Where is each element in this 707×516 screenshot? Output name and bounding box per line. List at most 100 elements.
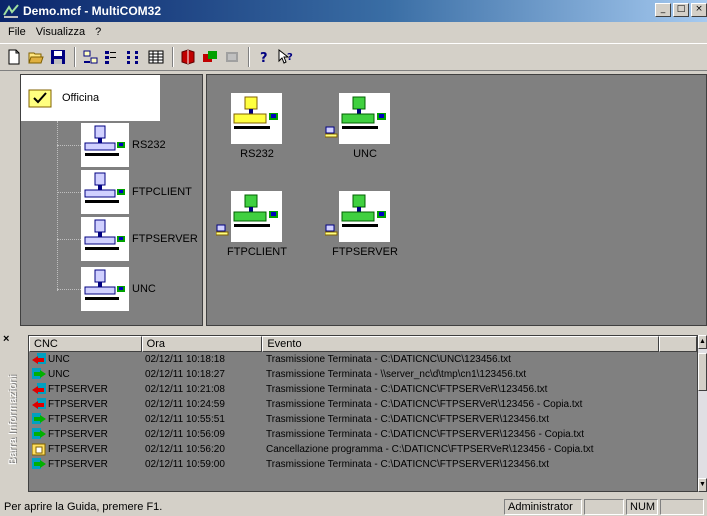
tree-node-label: RS232 [132,139,166,151]
status-empty [660,499,704,515]
status-empty [584,499,624,515]
tree-line [57,289,81,290]
machine-label: FTPSERVER [332,246,398,258]
tree-node-unc[interactable]: UNC [81,267,156,311]
toolbar: ? ? [0,43,707,71]
column-header-ora[interactable]: Ora [141,336,263,352]
cell-cnc: FTPSERVER [29,383,142,396]
send-icon [32,428,46,441]
machine-view[interactable]: RS232 UNC FTPCLIENT FTPSERVER [206,74,707,326]
help-icon[interactable]: ? [254,47,274,67]
event-row[interactable]: FTPSERVER 02/12/11 10:56:09 Trasmissione T… [29,427,697,442]
cnc-machine-icon [81,267,129,311]
menu-help[interactable]: ? [90,26,106,38]
save-icon[interactable] [48,47,68,67]
cnc-name: UNC [48,369,70,380]
cnc-name: UNC [48,354,70,365]
event-row[interactable]: FTPSERVER 02/12/11 10:21:08 Trasmissione T… [29,382,697,397]
tree-node-rs232[interactable]: RS232 [81,123,166,167]
cnc-name: FTPSERVER [48,384,108,395]
cnc-machine-green-icon [339,93,390,144]
book-icon[interactable] [178,47,198,67]
cell-evento: Trasmissione Terminata - C:\DATICNC\FTPS… [266,399,583,410]
tree-line [57,145,81,146]
menu-bar: File Visualizza ? [0,22,707,42]
scroll-up-button[interactable]: ▲ [698,335,707,349]
menu-file[interactable]: File [3,26,31,38]
tree-panel[interactable]: Officina RS232 FTPCLIENT FTPSERVER UNC [20,74,203,326]
cell-ora: 02/12/11 10:18:18 [145,354,225,365]
receive-icon [32,383,46,396]
svg-text:?: ? [260,51,268,65]
machine-label: FTPCLIENT [227,246,287,258]
cnc-name: FTPSERVER [48,399,108,410]
cell-evento: Trasmissione Terminata - C:\DATICNC\FTPS… [266,459,550,470]
menu-visualizza[interactable]: Visualizza [31,26,90,38]
info-sidebar-label: Barra Informazioni [7,375,19,465]
cnc-machine-green-icon [231,191,282,242]
cell-ora: 02/12/11 10:56:20 [145,444,225,455]
tree-line [57,192,81,193]
column-header-filler [659,336,697,352]
scroll-down-button[interactable]: ▼ [698,478,707,492]
cell-evento: Cancellazione programma - C:\DATICNC\FTP… [266,444,594,455]
info-sidebar: Barra Informazioni [5,350,21,490]
cnc-name: FTPSERVER [48,459,108,470]
cell-cnc: FTPSERVER [29,413,142,426]
event-row[interactable]: UNC 02/12/11 10:18:27 Trasmissione Termina… [29,367,697,382]
event-row[interactable]: FTPSERVER 02/12/11 10:55:51 Trasmissione T… [29,412,697,427]
event-row[interactable]: FTPSERVER 02/12/11 10:24:59 Trasmissione T… [29,397,697,412]
large-icons-icon[interactable] [80,47,100,67]
delete-icon [32,443,46,456]
cell-evento: Trasmissione Terminata - C:\DATICNC\FTPS… [266,429,585,440]
cell-evento: Trasmissione Terminata - C:\DATICNC\FTPS… [266,384,548,395]
cell-ora: 02/12/11 10:56:09 [145,429,225,440]
tree-node-label: FTPCLIENT [132,186,192,198]
cell-cnc: FTPSERVER [29,443,142,456]
cnc-name: FTPSERVER [48,444,108,455]
event-rows: UNC 02/12/11 10:18:18 Trasmissione Termina… [29,352,697,472]
tree-node-label: FTPSERVER [132,233,198,245]
tree-root-label: Officina [62,92,100,104]
tree-node-ftpserver[interactable]: FTPSERVER [81,217,198,261]
event-row[interactable]: UNC 02/12/11 10:18:18 Trasmissione Termina… [29,352,697,367]
open-icon[interactable] [26,47,46,67]
status-num: NUM [626,499,658,515]
tree-line [57,121,58,291]
new-icon[interactable] [4,47,24,67]
event-list-scrollbar[interactable]: ▲ ▼ [698,335,707,492]
app-icon [3,4,19,18]
minimize-button[interactable]: _ [655,3,671,17]
send-icon [32,368,46,381]
event-row[interactable]: FTPSERVER 02/12/11 10:59:00 Trasmissione T… [29,457,697,472]
send-icon [32,458,46,471]
list-icon[interactable] [124,47,144,67]
disabled-icon[interactable] [222,47,242,67]
scroll-thumb[interactable] [698,353,707,391]
svg-text:?: ? [287,52,293,63]
network-icon [325,126,338,138]
maximize-button[interactable]: □ [673,3,689,17]
context-help-icon[interactable]: ? [276,47,296,67]
details-icon[interactable] [146,47,166,67]
tree-node-ftpclient[interactable]: FTPCLIENT [81,170,192,214]
info-close-button[interactable]: × [3,333,9,345]
cell-ora: 02/12/11 10:24:59 [145,399,225,410]
folder-check-icon [28,89,52,108]
status-bar: Per aprire la Guida, premere F1. Adminis… [0,498,707,516]
cnc-name: FTPSERVER [48,429,108,440]
transfer-icon[interactable] [200,47,220,67]
tree-root-node[interactable]: Officina [21,75,160,121]
machine-label: RS232 [240,148,274,160]
column-header-cnc[interactable]: CNC [29,336,142,352]
cnc-machine-icon [81,123,129,167]
machine-label: UNC [353,148,377,160]
event-row[interactable]: FTPSERVER 02/12/11 10:56:20 Cancellazione … [29,442,697,457]
column-header-evento[interactable]: Evento [262,336,660,352]
window-title: Demo.mcf - MultiCOM32 [23,4,162,18]
receive-icon [32,353,46,366]
close-button[interactable]: × [691,3,707,17]
title-bar[interactable]: Demo.mcf - MultiCOM32 _ □ × [0,0,707,22]
small-icons-icon[interactable] [102,47,122,67]
event-list[interactable]: CNC Ora Evento UNC 02/12/11 10:18:18 Trasm… [28,335,698,492]
